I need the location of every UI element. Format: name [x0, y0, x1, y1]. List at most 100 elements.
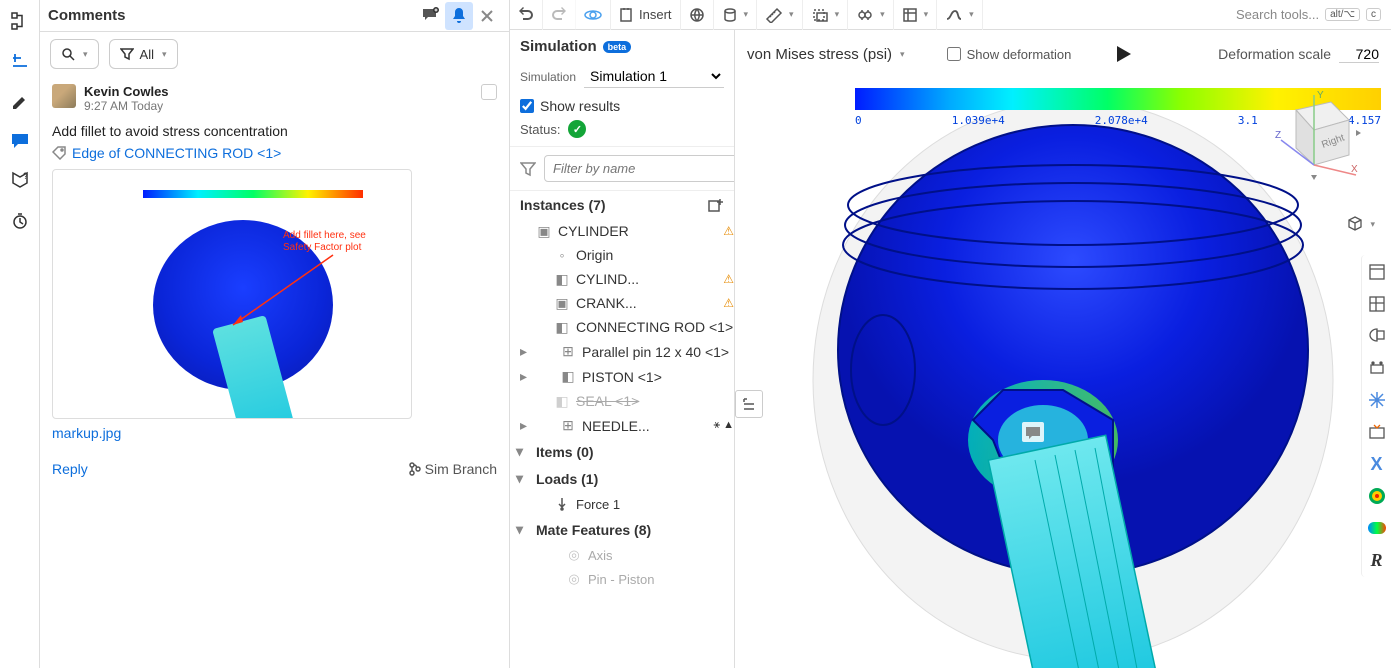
dock-table-icon[interactable] [1366, 293, 1388, 315]
dock-r-icon[interactable]: R [1366, 549, 1388, 571]
simulation-select[interactable]: Simulation 1 [584, 65, 724, 88]
tree-item-pin-piston[interactable]: ◎Pin - Piston [510, 567, 734, 591]
deform-scale-input[interactable] [1339, 46, 1379, 63]
svg-text:?: ? [23, 171, 28, 181]
collapse-panel-button[interactable] [735, 390, 763, 418]
tree-item-pin[interactable]: ▸⊞Parallel pin 12 x 40 <1> [510, 339, 734, 364]
dock-target-icon[interactable] [1366, 485, 1388, 507]
tree-item-piston[interactable]: ▸◧PISTON <1> [510, 364, 734, 389]
expand-icon[interactable]: ▸ [520, 417, 534, 434]
reference-label: Edge of CONNECTING ROD <1> [72, 145, 281, 161]
sheet-button[interactable]: ▾ [894, 0, 938, 30]
dock-geom-icon[interactable] [1366, 325, 1388, 347]
dock-sigma-icon[interactable] [1366, 421, 1388, 443]
globe-button[interactable] [681, 0, 714, 30]
help-icon[interactable]: ? [9, 170, 31, 192]
simulation-panel: Simulation beta Simulation Simulation 1 … [510, 30, 735, 668]
part-icon: ◧ [554, 393, 570, 409]
new-comment-icon[interactable] [417, 2, 445, 30]
dock-frame-icon[interactable] [1366, 357, 1388, 379]
tree-item-cylind[interactable]: ◧CYLIND...⚠ [510, 267, 734, 291]
reference-link[interactable]: Edge of CONNECTING ROD <1> [52, 145, 497, 161]
section-mates[interactable]: ▾Mate Features (8) [510, 516, 734, 543]
expand-icon[interactable]: ▸ [520, 368, 534, 385]
viewport[interactable]: 0 1.039e+4 2.078e+4 3.1 4.157 Right Y X … [735, 30, 1391, 668]
section-loads[interactable]: ▾Loads (1) [510, 465, 734, 492]
deform-scale-label: Deformation scale [1218, 46, 1331, 62]
cylinder-button[interactable]: ▾ [714, 0, 758, 30]
redo-button[interactable] [543, 0, 576, 30]
attachment-filename[interactable]: markup.jpg [52, 425, 497, 441]
filter-icon[interactable] [520, 161, 536, 177]
kbd-c: c [1366, 8, 1381, 21]
tree-item-cylinder[interactable]: ▣CYLINDER⚠ [510, 219, 734, 243]
expand-icon[interactable]: ▸ [520, 343, 534, 360]
resolve-checkbox[interactable] [481, 84, 497, 100]
comments-title: Comments [48, 7, 417, 24]
tree-item-force[interactable]: Force 1 [510, 492, 734, 516]
orbit-button[interactable] [576, 0, 611, 30]
insert-button[interactable]: Insert [611, 0, 681, 30]
dock-x-icon[interactable]: X [1366, 453, 1388, 475]
edit-icon[interactable] [9, 90, 31, 112]
tree-item-connrod[interactable]: ◧CONNECTING ROD <1> [510, 315, 734, 339]
part-icon: ◧ [560, 369, 576, 385]
show-results-check[interactable]: Show results [520, 98, 724, 114]
measure-button[interactable]: ▾ [757, 0, 803, 30]
tree-item-origin[interactable]: ◦Origin [510, 243, 734, 267]
reply-button[interactable]: Reply [52, 461, 88, 477]
section-items[interactable]: ▾Items (0) [510, 438, 734, 465]
instances-header[interactable]: Instances (7) [510, 190, 734, 219]
dock-sheet-icon[interactable] [1366, 261, 1388, 283]
comment-author: Kevin Cowles [84, 84, 473, 99]
filter-input[interactable] [544, 155, 735, 182]
notifications-icon[interactable] [445, 2, 473, 30]
tag-icon [52, 146, 66, 160]
timer-icon[interactable] [9, 210, 31, 232]
part-icon: ◧ [554, 271, 570, 287]
isometric-button[interactable]: ▾ [1346, 215, 1375, 233]
undo-button[interactable] [510, 0, 543, 30]
legend-tick: 0 [855, 114, 862, 127]
comments-toolbar: ▾ All▾ [40, 32, 509, 76]
stress-type-select[interactable]: von Mises stress (psi)▾ [747, 46, 905, 63]
legend-tick: 1.039e+4 [952, 114, 1005, 127]
instance-tree: ▣CYLINDER⚠ ◦Origin ◧CYLIND...⚠ ▣CRANK...… [510, 219, 734, 438]
close-icon[interactable] [473, 2, 501, 30]
constraint-icons: ⚹ ▲ [713, 419, 734, 432]
viewcube[interactable]: Right Y X Z [1271, 90, 1361, 180]
search-tools[interactable]: Search tools... alt/⌥ c [1226, 7, 1391, 22]
svg-text:Y: Y [1317, 90, 1324, 101]
tree-item-needle[interactable]: ▸⊞NEEDLE...⚹ ▲ [510, 413, 734, 438]
right-dock: X R [1361, 255, 1391, 577]
left-rail: ? [0, 0, 40, 668]
curve-button[interactable]: ▾ [937, 0, 983, 30]
dock-snowflake-icon[interactable] [1366, 389, 1388, 411]
comment-icon[interactable] [9, 130, 31, 152]
filter-all-button[interactable]: All▾ [109, 39, 178, 69]
comment-text: Add fillet to avoid stress concentration [52, 123, 497, 139]
tree-item-axis[interactable]: ◎Axis [510, 543, 734, 567]
branch-indicator[interactable]: Sim Branch [409, 461, 497, 477]
avatar [52, 84, 76, 108]
branch-icon [409, 462, 421, 476]
show-deformation-check[interactable]: Show deformation [947, 47, 1072, 62]
add-instance-icon[interactable] [708, 198, 724, 212]
section-button[interactable]: ▾ [803, 0, 849, 30]
legend-tick: 3.1 [1238, 114, 1258, 127]
tree-item-seal[interactable]: ◧SEAL <1> [510, 389, 734, 413]
add-icon[interactable] [9, 50, 31, 72]
tree-item-crank[interactable]: ▣CRANK...⚠ [510, 291, 734, 315]
part-icon: ◧ [554, 319, 570, 335]
tree-icon[interactable] [9, 10, 31, 32]
doc-icon: ▣ [554, 295, 570, 311]
filter-all-label: All [140, 47, 154, 62]
play-button[interactable] [1113, 44, 1133, 64]
svg-text:X: X [1351, 164, 1358, 175]
config-button[interactable]: ▾ [848, 0, 894, 30]
markup-image[interactable]: Add fillet here, seeSafety Factor plot [52, 169, 412, 419]
legend-tick: 2.078e+4 [1095, 114, 1148, 127]
dock-gradient-icon[interactable] [1366, 517, 1388, 539]
comment-item: Kevin Cowles 9:27 AM Today Add fillet to… [40, 76, 509, 485]
search-comments-button[interactable]: ▾ [50, 39, 99, 69]
